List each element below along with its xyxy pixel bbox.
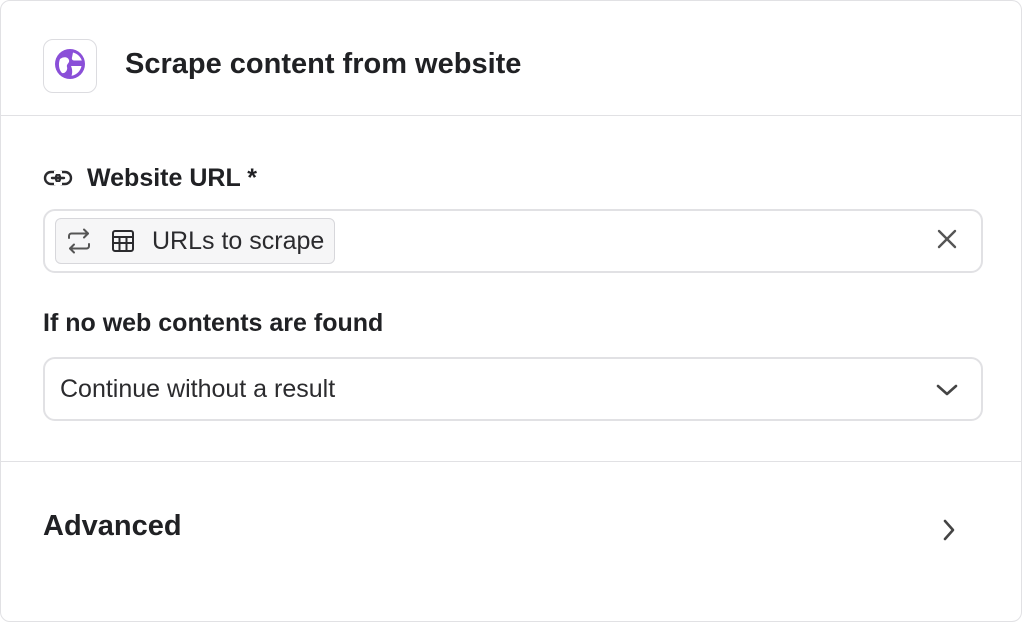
no-contents-select[interactable]: Continue without a result [43, 357, 983, 421]
clear-button[interactable] [933, 227, 961, 255]
scrape-step-card: Scrape content from website Website URL … [0, 0, 1022, 622]
no-contents-label: If no web contents are found [43, 309, 384, 337]
app-icon-tile [43, 39, 97, 93]
link-icon [43, 162, 75, 194]
variable-chip-label: URLs to scrape [152, 226, 325, 255]
close-icon [936, 228, 958, 255]
globe-icon [53, 47, 87, 86]
no-contents-select-value: Continue without a result [60, 375, 336, 403]
advanced-section-toggle[interactable]: Advanced [1, 462, 1021, 597]
chevron-right-icon [935, 516, 963, 544]
card-header: Scrape content from website [1, 1, 1021, 116]
table-icon [110, 228, 136, 254]
page-title: Scrape content from website [125, 48, 522, 80]
chevron-down-icon [933, 376, 961, 404]
website-url-label-row: Website URL * [43, 161, 257, 195]
loop-icon [66, 228, 92, 254]
variable-chip[interactable]: URLs to scrape [55, 218, 336, 264]
website-url-label: Website URL * [87, 163, 257, 192]
advanced-label: Advanced [43, 510, 182, 542]
website-url-input[interactable]: URLs to scrape [43, 209, 983, 273]
